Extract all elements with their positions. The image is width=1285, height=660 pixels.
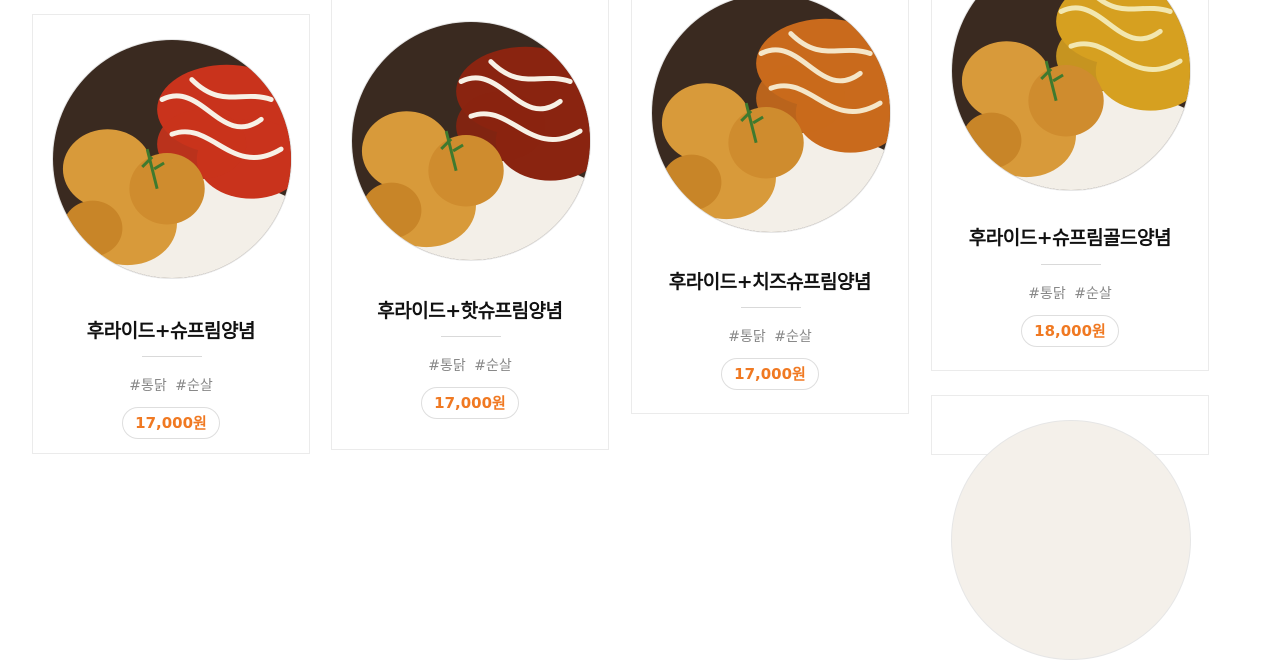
tag-boneless: #순살 — [474, 358, 512, 374]
menu-card[interactable]: 후라이드+슈프림골드양념 #통닭 #순살 18,000원 — [931, 0, 1209, 371]
tag-boneless: #순살 — [774, 329, 812, 345]
menu-item-name: 후라이드+치즈슈프림양념 — [668, 271, 872, 293]
price-badge: 18,000원 — [1021, 315, 1119, 347]
divider — [1041, 264, 1101, 265]
menu-card[interactable]: 후라이드+슈프림양념 #통닭 #순살 17,000원 — [32, 14, 310, 454]
menu-item-tags: #통닭 #순살 — [332, 355, 608, 375]
menu-item-tags: #통닭 #순살 — [932, 283, 1208, 303]
menu-item-name: 후라이드+핫슈프림양념 — [377, 300, 563, 322]
divider — [741, 307, 801, 308]
price-badge: 17,000원 — [421, 387, 519, 419]
menu-item-name: 후라이드+슈프림골드양념 — [968, 227, 1172, 249]
price-badge: 17,000원 — [721, 358, 819, 390]
menu-item-name: 후라이드+슈프림양념 — [86, 320, 256, 342]
menu-card[interactable] — [931, 395, 1209, 660]
tag-whole: #통닭 — [428, 358, 466, 374]
menu-item-tags: #통닭 #순살 — [632, 326, 908, 346]
menu-card[interactable]: 후라이드+치즈슈프림양념 #통닭 #순살 17,000원 — [631, 0, 909, 414]
menu-item-image[interactable] — [951, 0, 1191, 191]
tag-boneless: #순살 — [1074, 286, 1112, 302]
price-badge: 17,000원 — [122, 407, 220, 439]
tag-whole: #통닭 — [129, 378, 167, 394]
tag-whole: #통닭 — [1028, 286, 1066, 302]
menu-item-tags: #통닭 #순살 — [33, 375, 309, 395]
menu-item-image[interactable] — [951, 420, 1191, 660]
tag-whole: #통닭 — [728, 329, 766, 345]
tag-boneless: #순살 — [175, 378, 213, 394]
menu-item-image[interactable] — [651, 0, 891, 233]
menu-card[interactable]: 후라이드+핫슈프림양념 #통닭 #순살 17,000원 — [331, 0, 609, 450]
menu-item-image[interactable] — [52, 39, 292, 279]
menu-item-image[interactable] — [351, 21, 591, 261]
divider — [142, 356, 202, 357]
divider — [441, 336, 501, 337]
